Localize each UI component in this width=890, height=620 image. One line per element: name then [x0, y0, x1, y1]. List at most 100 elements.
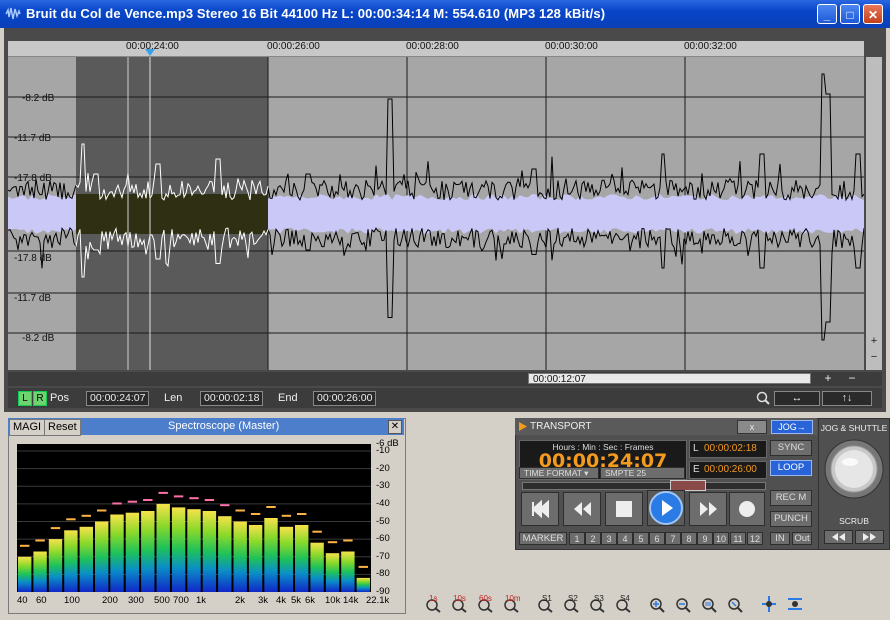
marker-3-button[interactable]: 3: [601, 532, 617, 545]
horizontal-scrollbar[interactable]: 00:00:12:07: [528, 373, 811, 385]
snapshot-1-button[interactable]: S1: [535, 594, 555, 613]
marker-1-button[interactable]: 1: [569, 532, 585, 545]
jog-toggle-button[interactable]: JOG→: [771, 420, 813, 434]
marker-6-button[interactable]: 6: [649, 532, 665, 545]
jog-wheel[interactable]: [823, 437, 885, 515]
playhead-marker-icon[interactable]: [145, 49, 155, 56]
loop-button[interactable]: LOOP: [770, 460, 812, 476]
time-ruler[interactable]: 00:00:24:00 00:00:26:00 00:00:28:00 00:0…: [8, 41, 864, 57]
shuttle-back-icon: [832, 533, 845, 541]
zoom-in-button[interactable]: +: [818, 372, 838, 385]
zoom-out-tool-button[interactable]: [673, 595, 693, 613]
end-value[interactable]: 00:00:26:00: [313, 391, 377, 406]
time-format-dropdown[interactable]: TIME FORMAT ▾: [519, 467, 599, 479]
zoom-1s-button[interactable]: 1s: [423, 594, 443, 613]
transport-close-button[interactable]: x: [737, 420, 767, 434]
v-zoom-out-tool-button[interactable]: [785, 595, 805, 613]
spectrum-bar: [356, 577, 370, 592]
v-zoom-in-tool-button[interactable]: [759, 595, 779, 613]
spectrum-freq-label: 700: [173, 595, 189, 606]
pos-value[interactable]: 00:00:24:07: [86, 391, 150, 406]
forward-button[interactable]: [689, 492, 727, 526]
rewind-button[interactable]: [563, 492, 601, 526]
spectrum-peak: [235, 509, 245, 512]
shuttle-back-button[interactable]: [824, 530, 853, 544]
rec-m-button[interactable]: REC M: [770, 490, 812, 506]
spectrum-freq-label: 6k: [305, 595, 316, 606]
len-label: Len: [164, 392, 183, 404]
v-zoom-selector[interactable]: ↑↓: [822, 391, 872, 406]
spectrum-db-label: -50: [376, 515, 390, 527]
spectrum-freq-label: 300: [128, 595, 144, 606]
marker-2-button[interactable]: 2: [585, 532, 601, 545]
app-icon: [5, 7, 21, 20]
transport-menu-icon[interactable]: [519, 422, 527, 431]
marker-8-button[interactable]: 8: [681, 532, 697, 545]
snapshot-4-label: S4: [620, 594, 630, 603]
close-button[interactable]: ✕: [863, 4, 883, 24]
rewind-start-button[interactable]: [521, 492, 559, 526]
loop-end-field[interactable]: E 00:00:26:00: [689, 461, 767, 479]
vertical-scrollbar[interactable]: + −: [866, 57, 882, 370]
zoom-10s-button[interactable]: 10s: [449, 594, 469, 613]
zoom-out-button[interactable]: −: [842, 372, 862, 385]
magnifier-icon[interactable]: [756, 391, 770, 405]
spectrum-bar: [33, 551, 47, 592]
zoom-in-tool-button[interactable]: [647, 595, 667, 613]
spectrum-freq-label: 200: [102, 595, 118, 606]
spectrum-peak: [281, 514, 292, 517]
record-icon: [739, 501, 755, 517]
v-zoom-in-button[interactable]: +: [868, 335, 880, 347]
shuttle-forward-button[interactable]: [855, 530, 884, 544]
tab-magi[interactable]: MAGI: [9, 419, 46, 436]
spectrum-db-label: -40: [376, 497, 390, 509]
zoom-all-tool-button[interactable]: [699, 595, 719, 613]
transport-slider[interactable]: [522, 482, 766, 490]
stop-icon: [616, 501, 632, 517]
spectrum-peak: [358, 565, 368, 568]
stop-button[interactable]: [605, 492, 643, 526]
marker-10-button[interactable]: 10: [713, 532, 729, 545]
marker-12-button[interactable]: 12: [747, 532, 763, 545]
punch-button[interactable]: PUNCH: [770, 511, 812, 527]
waveform-display[interactable]: -8.2 dB -11.7 dB -17.8 dB -17.8 dB -11.7…: [8, 57, 864, 370]
snapshot-4-button[interactable]: S4: [613, 594, 633, 613]
pos-label: Pos: [50, 392, 69, 404]
time-format-value[interactable]: SMPTE 25: [600, 467, 685, 479]
spectrum-bar: [233, 521, 247, 592]
h-zoom-selector[interactable]: ↔: [774, 391, 820, 406]
left-channel-toggle[interactable]: L: [18, 391, 32, 406]
out-button[interactable]: Out: [792, 532, 812, 545]
spectrum-peak: [204, 499, 215, 501]
v-zoom-out-button[interactable]: −: [868, 351, 880, 363]
zoom-region-tool-button[interactable]: [725, 595, 745, 613]
right-channel-toggle[interactable]: R: [33, 391, 47, 406]
spectroscope-close-button[interactable]: ✕: [388, 420, 402, 434]
sync-button[interactable]: SYNC: [770, 440, 812, 456]
marker-4-button[interactable]: 4: [617, 532, 633, 545]
spectrum-bar: [48, 539, 63, 592]
marker-7-button[interactable]: 7: [665, 532, 681, 545]
spectrum-bar: [264, 518, 278, 592]
maximize-button[interactable]: □: [840, 4, 860, 24]
reset-button[interactable]: Reset: [44, 419, 81, 436]
record-button[interactable]: [729, 492, 765, 526]
snapshot-3-button[interactable]: S3: [587, 594, 607, 613]
snapshot-2-button[interactable]: S2: [561, 594, 581, 613]
marker-11-button[interactable]: 11: [730, 532, 746, 545]
transport-header: TRANSPORT x JOG→: [515, 418, 817, 435]
play-button[interactable]: [647, 490, 685, 526]
marker-9-button[interactable]: 9: [697, 532, 713, 545]
spectrum-bar: [341, 551, 355, 592]
spectrum-peak: [220, 504, 230, 507]
loop-start-field[interactable]: L 00:00:02:18: [689, 440, 767, 458]
marker-5-button[interactable]: 5: [633, 532, 649, 545]
zoom-60s-button[interactable]: 60s: [475, 594, 495, 613]
zoom-10m-button[interactable]: 10m: [501, 594, 521, 613]
l-value: 00:00:02:18: [704, 443, 757, 454]
minimize-button[interactable]: _: [817, 4, 837, 24]
zoom-1s-label: 1s: [429, 594, 438, 603]
marker-button[interactable]: MARKER: [519, 532, 567, 545]
in-button[interactable]: IN: [770, 532, 790, 545]
len-value[interactable]: 00:00:02:18: [200, 391, 264, 406]
